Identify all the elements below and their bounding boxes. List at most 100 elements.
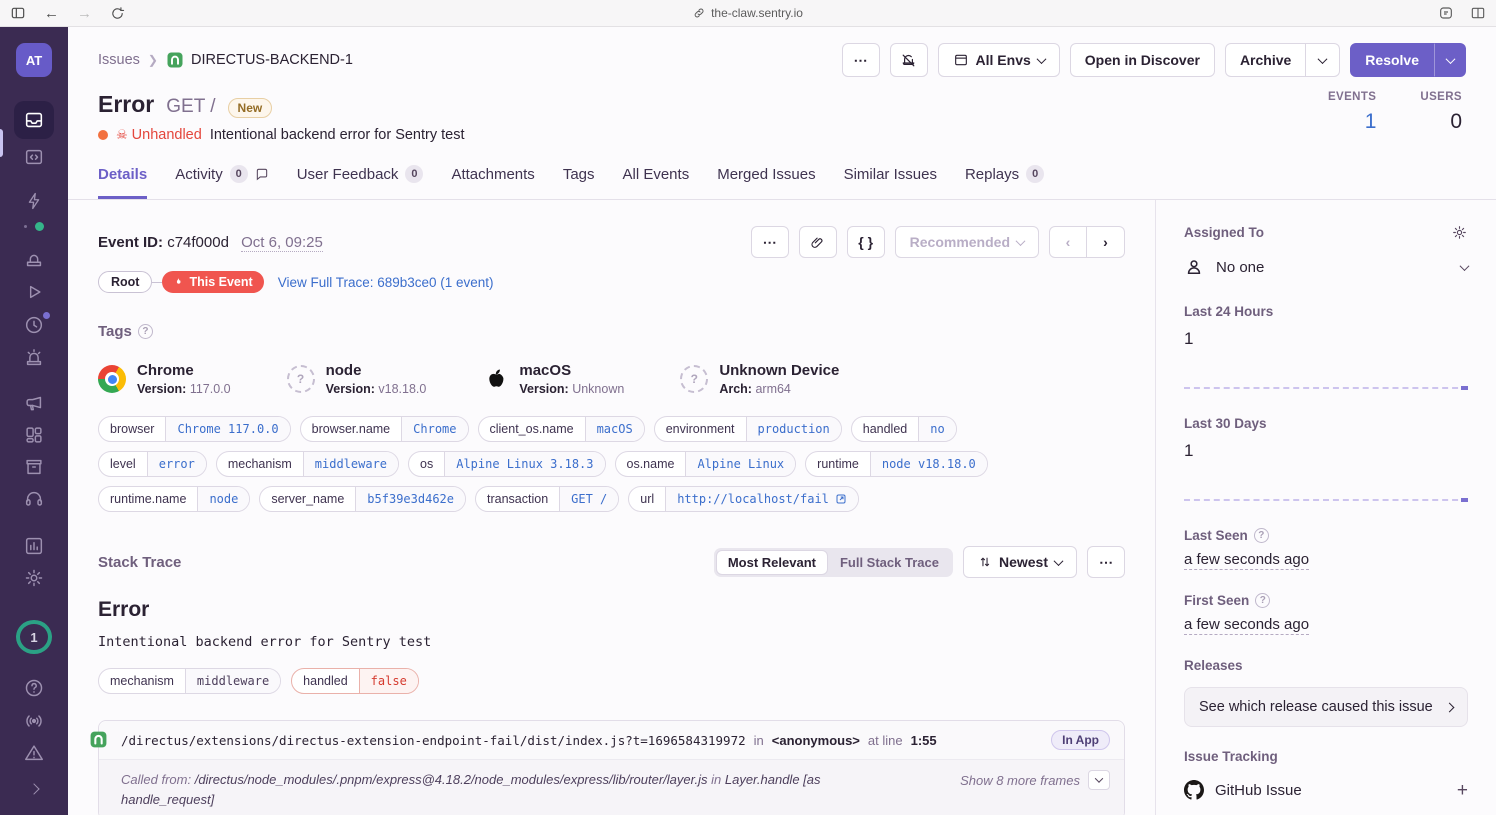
tab-activity[interactable]: Activity0 [175, 165, 269, 199]
in-app-badge: In App [1051, 730, 1110, 750]
tab-replays[interactable]: Replays0 [965, 165, 1044, 199]
first-seen-value[interactable]: a few seconds ago [1184, 616, 1309, 635]
tag-pill[interactable]: browserChrome 117.0.0 [98, 416, 291, 442]
sidebar-item-stats[interactable] [14, 530, 54, 562]
open-in-discover-button[interactable]: Open in Discover [1070, 43, 1215, 77]
sidebar-collapse-toggle[interactable] [14, 773, 54, 805]
sidebar-item-archive[interactable] [14, 451, 54, 483]
sidebar-item-feedback[interactable] [14, 244, 54, 276]
tag-pill[interactable]: environmentproduction [654, 416, 842, 442]
tag-card-device[interactable]: ? Unknown DeviceArch: arm64 [680, 362, 839, 396]
sidebar-item-help[interactable] [14, 672, 54, 704]
mechanism-pill[interactable]: mechanismmiddleware [98, 668, 281, 694]
clock-history-icon [23, 314, 45, 336]
sidebar-item-issues[interactable] [14, 101, 54, 139]
sidebar-item-profiling[interactable] [14, 483, 54, 515]
handled-pill[interactable]: handledfalse [291, 668, 419, 694]
tag-pill[interactable]: mechanismmiddleware [216, 451, 399, 477]
tag-pill[interactable]: runtimenode v18.18.0 [805, 451, 988, 477]
event-selector[interactable]: Recommended [895, 226, 1039, 258]
tag-card-os[interactable]: macOSVersion: Unknown [482, 362, 624, 396]
breadcrumb-issues-link[interactable]: Issues [98, 52, 140, 68]
sidebar-item-replays[interactable] [14, 276, 54, 308]
skull-icon: ☠ [116, 127, 128, 143]
last-30d-sparkline [1184, 499, 1468, 501]
browser-chrome: ← → the-claw.sentry.io [0, 0, 1496, 27]
prev-event-button[interactable]: ‹ [1049, 226, 1087, 258]
sidebar-item-quickstart[interactable] [14, 185, 54, 217]
org-avatar[interactable]: AT [16, 43, 52, 77]
events-count[interactable]: 1 [1328, 110, 1376, 134]
tab-attachments[interactable]: Attachments [451, 165, 534, 199]
tag-card-runtime[interactable]: ? nodeVersion: v18.18.0 [287, 362, 427, 396]
browser-back-icon[interactable]: ← [44, 6, 59, 21]
tag-pill[interactable]: osAlpine Linux 3.18.3 [408, 451, 605, 477]
tag-pill[interactable]: os.nameAlpine Linux [615, 451, 797, 477]
assignee-selector[interactable]: No one [1184, 257, 1468, 277]
toggle-most-relevant[interactable]: Most Relevant [716, 550, 828, 575]
event-date[interactable]: Oct 6, 09:25 [241, 234, 323, 252]
browser-reload-icon[interactable] [110, 6, 125, 21]
sidebar-item-projects[interactable] [14, 141, 54, 173]
onboarding-progress-ring[interactable]: 1 [16, 620, 52, 654]
tab-details[interactable]: Details [98, 165, 147, 199]
environment-selector[interactable]: All Envs [938, 43, 1060, 77]
help-icon[interactable]: ? [1255, 593, 1270, 608]
mute-button[interactable] [890, 43, 928, 77]
tab-all-events[interactable]: All Events [623, 165, 690, 199]
browser-splitview-icon[interactable] [1470, 5, 1486, 21]
issues-inbox-icon [23, 109, 45, 131]
resolve-button[interactable]: Resolve [1350, 43, 1434, 77]
sidebar-item-sessions[interactable] [14, 309, 54, 341]
show-more-frames-link[interactable]: Show 8 more frames [960, 773, 1080, 788]
help-icon[interactable]: ? [138, 324, 153, 339]
browser-reader-icon[interactable] [1438, 5, 1454, 21]
stack-options-button[interactable]: ⋯ [1087, 546, 1125, 578]
tag-pill[interactable]: runtime.namenode [98, 486, 250, 512]
archive-button[interactable]: Archive [1225, 43, 1306, 77]
sidebar-item-service-status[interactable] [14, 737, 54, 769]
event-json-button[interactable]: { } [847, 226, 885, 258]
stack-frame-header[interactable]: /directus/extensions/directus-extension-… [99, 721, 1124, 760]
address-bar[interactable]: the-claw.sentry.io [693, 6, 803, 20]
assignment-settings-gear-icon[interactable] [1451, 224, 1468, 241]
sidebar-item-whats-new[interactable] [14, 705, 54, 737]
sidebar-item-settings[interactable] [14, 562, 54, 594]
last-seen-value[interactable]: a few seconds ago [1184, 551, 1309, 570]
view-full-trace-link[interactable]: View Full Trace: 689b3ce0 (1 event) [278, 275, 494, 290]
tag-pill[interactable]: transactionGET / [475, 486, 619, 512]
browser-forward-icon[interactable]: → [77, 6, 92, 21]
tab-merged-issues[interactable]: Merged Issues [717, 165, 815, 199]
tag-pill[interactable]: levelerror [98, 451, 207, 477]
blocks-icon [23, 424, 45, 446]
tag-pill[interactable]: server_nameb5f39e3d462e [259, 486, 466, 512]
releases-cta-button[interactable]: See which release caused this issue [1184, 687, 1468, 727]
tab-user-feedback[interactable]: User Feedback0 [297, 165, 424, 199]
tag-pill-url[interactable]: urlhttp://localhost/fail [628, 486, 859, 512]
stack-sort-button[interactable]: Newest [963, 546, 1077, 578]
archive-dropdown-button[interactable] [1306, 43, 1340, 77]
comment-bubble-icon [255, 167, 269, 181]
tag-card-browser[interactable]: ChromeVersion: 117.0.0 [98, 362, 231, 396]
event-more-button[interactable]: ⋯ [751, 226, 789, 258]
tab-tags[interactable]: Tags [563, 165, 595, 199]
tag-pill[interactable]: client_os.namemacOS [478, 416, 645, 442]
expand-frames-button[interactable] [1088, 770, 1110, 790]
browser-sidebar-toggle-icon[interactable] [10, 5, 26, 21]
github-issue-row[interactable]: GitHub Issue + [1184, 780, 1468, 800]
tab-similar-issues[interactable]: Similar Issues [844, 165, 937, 199]
chrome-logo-icon [98, 365, 126, 393]
users-count[interactable]: 0 [1420, 110, 1462, 134]
tag-pill[interactable]: browser.nameChrome [300, 416, 469, 442]
more-actions-button[interactable]: ⋯ [842, 43, 880, 77]
help-icon[interactable]: ? [1254, 528, 1269, 543]
sidebar-item-dashboards[interactable] [14, 419, 54, 451]
sidebar-item-alerts[interactable] [14, 341, 54, 373]
toggle-full-stack-trace[interactable]: Full Stack Trace [828, 550, 951, 575]
add-github-issue-button[interactable]: + [1457, 781, 1468, 800]
event-attachments-button[interactable] [799, 226, 837, 258]
sidebar-item-releases[interactable] [14, 387, 54, 419]
tag-pill[interactable]: handledno [851, 416, 957, 442]
next-event-button[interactable]: › [1087, 226, 1125, 258]
resolve-dropdown-button[interactable] [1434, 43, 1466, 77]
